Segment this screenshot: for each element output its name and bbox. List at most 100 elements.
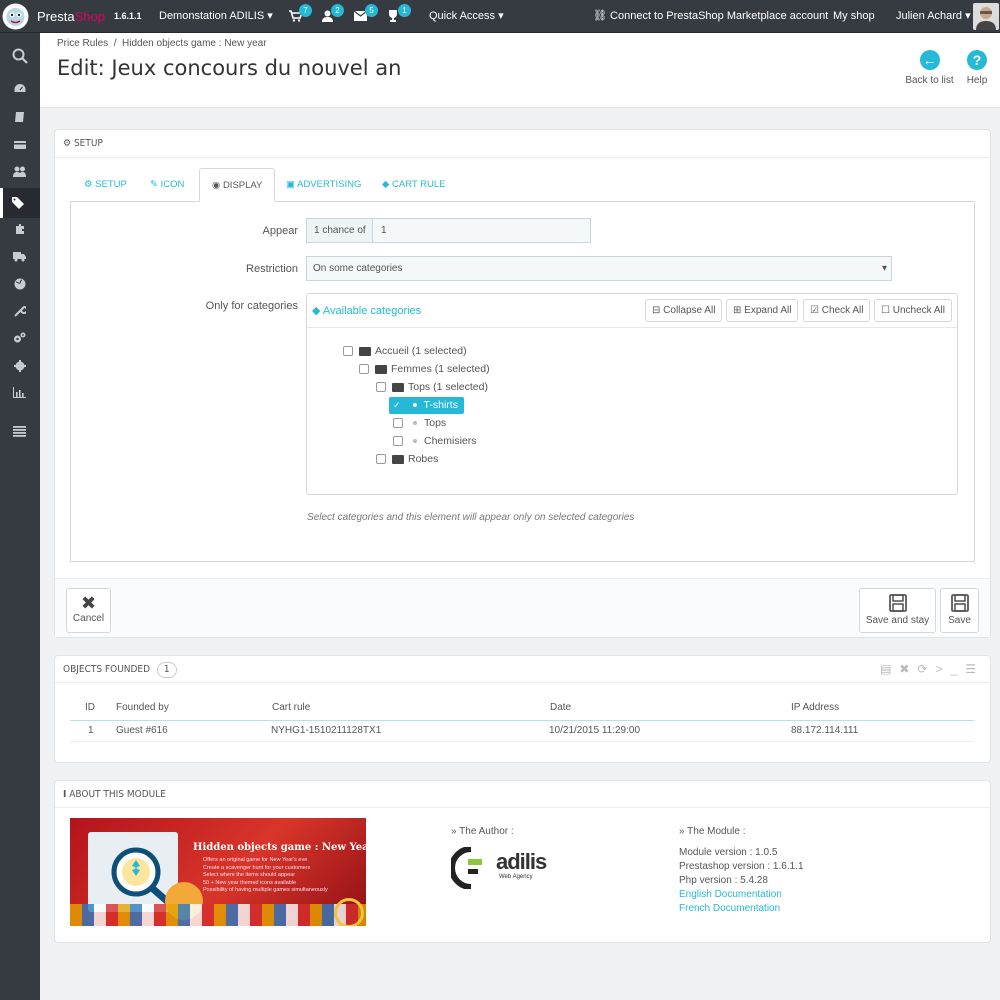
notification-badge: 5: [365, 4, 378, 17]
count-badge: 1: [156, 662, 177, 678]
database-icon[interactable]: ☰: [965, 662, 984, 676]
top-navbar: PrestaShop 1.6.1.1 Demonstation ADILIS ▾…: [0, 0, 1000, 33]
banner-title: Hidden objects game : New Year: [193, 842, 366, 853]
page-title: Edit: Jeux concours du nouvel an: [57, 56, 402, 80]
panel-heading: i ABOUT THIS MODULE: [55, 781, 990, 808]
version-label: 1.6.1.1: [114, 11, 142, 21]
tab-setup[interactable]: ⚙ SETUP: [84, 168, 127, 202]
breadcrumb-item[interactable]: Hidden objects game : New year: [122, 38, 267, 49]
orders-icon[interactable]: [14, 139, 26, 151]
tab-advertising[interactable]: ▣ ADVERTISING: [286, 168, 361, 202]
administration-icon[interactable]: [14, 360, 26, 372]
cell-founded-by: Guest #616: [116, 725, 168, 736]
notification-badge: 2: [331, 4, 344, 17]
module-banner-image: Hidden objects game : New Year Offers an…: [70, 818, 366, 926]
sidebar-item-price-rules[interactable]: [0, 188, 40, 218]
preferences-icon[interactable]: [14, 305, 26, 317]
prestashop-logo-icon[interactable]: [2, 3, 29, 30]
marketplace-connect-link[interactable]: ⛓ Connect to PrestaShop Marketplace acco…: [593, 0, 828, 33]
column-header-cart-rule[interactable]: Cart rule: [272, 702, 310, 713]
adilis-logo-icon: [451, 847, 482, 889]
customers-icon[interactable]: [13, 166, 26, 178]
breadcrumb-item[interactable]: Price Rules: [57, 38, 108, 49]
prestashop-version: Prestashop version : 1.6.1.1: [679, 861, 804, 872]
avatar[interactable]: [973, 3, 999, 30]
stats-icon[interactable]: [13, 387, 26, 398]
column-header-founded-by[interactable]: Founded by: [116, 702, 169, 713]
notification-badge: 1: [398, 4, 411, 17]
brand-name[interactable]: PrestaShop: [37, 0, 105, 33]
objects-founded-panel: OBJECTS FOUNDED 1 ▤✖⟳>_☰: [54, 655, 991, 763]
trophy-notification[interactable]: 1: [387, 0, 411, 33]
caret-down-icon: ▾: [267, 10, 273, 22]
customer-notification[interactable]: 2: [322, 0, 344, 33]
picture-icon: ▣: [286, 179, 295, 190]
link-icon: ⛓: [593, 10, 607, 22]
user-menu[interactable]: Julien Achard ▾: [896, 0, 971, 33]
notification-badge: 7: [299, 4, 312, 17]
modules-icon[interactable]: [14, 223, 26, 235]
localization-icon[interactable]: [14, 278, 26, 290]
table-header-divider: [70, 720, 974, 721]
eye-icon: ◉: [212, 180, 221, 191]
english-documentation-link[interactable]: English Documentation: [679, 888, 782, 902]
save-button[interactable]: Save: [940, 588, 979, 633]
column-header-id[interactable]: ID: [85, 702, 95, 713]
prestashop-badge-icon: [334, 898, 364, 926]
cancel-button[interactable]: ✖ Cancel: [66, 588, 111, 633]
shipping-icon[interactable]: [13, 251, 26, 262]
menu-collapse-icon[interactable]: [13, 426, 26, 437]
arrow-left-icon: ←: [919, 50, 940, 70]
delete-icon[interactable]: ✖: [899, 662, 917, 676]
advanced-icon[interactable]: [13, 332, 26, 344]
floppy-icon: [950, 594, 969, 612]
table-row-divider: [70, 741, 974, 742]
french-documentation-link[interactable]: French Documentation: [679, 902, 780, 916]
shop-dropdown[interactable]: Demonstation ADILIS ▾: [159, 0, 273, 33]
tab-content: [70, 201, 975, 562]
info-icon: i: [63, 789, 67, 800]
tab-display[interactable]: ◉ DISPLAY: [199, 168, 276, 202]
panel-heading: ⚙ SETUP: [55, 130, 990, 158]
author-heading: » The Author :: [451, 826, 514, 837]
cell-ip: 88.172.114.111: [791, 725, 859, 736]
panel-toolbar: ▤✖⟳>_☰: [880, 662, 984, 676]
column-header-date[interactable]: Date: [550, 702, 571, 713]
tab-cart-rule[interactable]: ◆ CART RULE: [382, 168, 445, 202]
tab-icon[interactable]: ✎ ICON: [150, 168, 184, 202]
cart-notification[interactable]: 7: [289, 0, 312, 33]
caret-down-icon: ▾: [498, 10, 504, 22]
banner-text: Offers an original game for New Year's e…: [203, 857, 328, 893]
bunting-decoration: [70, 904, 366, 926]
search-icon[interactable]: [12, 48, 28, 64]
module-heading: » The Module :: [679, 826, 746, 837]
tag-icon: ◆: [382, 179, 390, 190]
cell-cart-rule: NYHG1-1510211128TX1: [271, 725, 382, 736]
question-icon: ?: [967, 50, 987, 70]
dashboard-icon[interactable]: [14, 83, 26, 95]
page-header: Price Rules / Hidden objects game : New …: [40, 33, 1000, 108]
gears-icon: ⚙: [84, 179, 93, 190]
column-header-ip[interactable]: IP Address: [791, 702, 839, 713]
panel-footer: [55, 578, 990, 637]
quick-access-dropdown[interactable]: Quick Access ▾: [429, 0, 504, 33]
php-version: Php version : 5.4.28: [679, 875, 768, 886]
brush-icon: ✎: [150, 179, 158, 190]
floppy-icon: [888, 594, 907, 612]
module-version: Module version : 1.0.5: [679, 847, 778, 858]
breadcrumb: Price Rules / Hidden objects game : New …: [57, 38, 267, 49]
cell-id: 1: [88, 725, 94, 736]
message-notification[interactable]: 5: [353, 0, 378, 33]
catalog-icon[interactable]: [14, 111, 26, 123]
panel-heading: OBJECTS FOUNDED 1: [55, 656, 990, 683]
my-shop-link[interactable]: My shop: [833, 0, 875, 33]
back-to-list-button[interactable]: ← Back to list: [902, 50, 957, 86]
price-rules-icon: [12, 197, 24, 209]
terminal-icon[interactable]: >_: [936, 662, 966, 676]
save-icon[interactable]: ▤: [880, 662, 899, 676]
adilis-logo[interactable]: adilis Web Agency: [451, 847, 561, 889]
gears-icon: ⚙: [63, 138, 72, 149]
save-and-stay-button[interactable]: Save and stay: [859, 588, 936, 633]
help-button[interactable]: ? Help: [964, 50, 990, 86]
refresh-icon[interactable]: ⟳: [917, 662, 935, 676]
